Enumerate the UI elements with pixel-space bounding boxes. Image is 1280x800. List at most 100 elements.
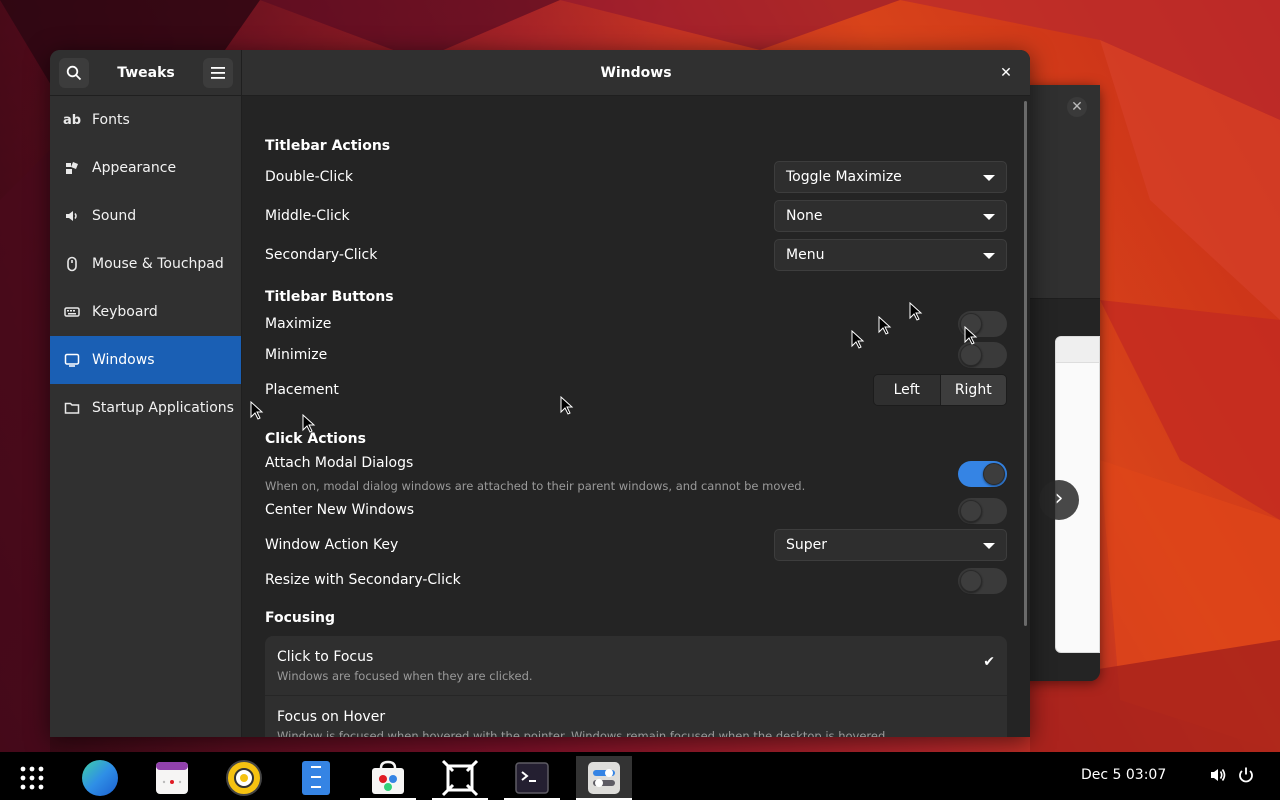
resize-secondary-label: Resize with Secondary-Click	[265, 572, 461, 588]
double-click-dropdown[interactable]: Toggle Maximize	[774, 161, 1007, 193]
middle-click-label: Middle-Click	[265, 208, 350, 224]
sidebar-item-appearance[interactable]: Appearance	[50, 144, 241, 192]
window-action-key-dropdown[interactable]: Super	[774, 529, 1007, 561]
pointer-cursor-icon	[250, 401, 264, 420]
sidebar-item-sound[interactable]: Sound	[50, 192, 241, 240]
sidebar-list: ab Fonts Appearance Sound Mouse & Touchp…	[50, 96, 241, 432]
files-icon	[302, 761, 330, 795]
focus-option-title: Click to Focus	[277, 649, 374, 665]
focus-option-description: Window is focused when hovered with the …	[277, 729, 889, 737]
boxes-button[interactable]	[432, 756, 488, 800]
sidebar-item-label: Windows	[92, 352, 155, 368]
secondary-click-label: Secondary-Click	[265, 247, 378, 263]
search-icon	[66, 65, 82, 80]
dropdown-arrow-icon	[983, 214, 995, 220]
dropdown-value: Toggle Maximize	[786, 169, 902, 185]
tweaks-button[interactable]	[576, 756, 632, 800]
focus-mode-list: Click to Focus Windows are focused when …	[265, 636, 1007, 737]
checkmark-icon: ✔	[983, 654, 995, 670]
dropdown-value: None	[786, 208, 823, 224]
sidebar-item-label: Keyboard	[92, 304, 158, 320]
sidebar-item-startup-applications[interactable]: Startup Applications	[50, 384, 241, 432]
files-button[interactable]	[288, 756, 344, 800]
focus-option-click[interactable]: Click to Focus Windows are focused when …	[265, 636, 1007, 695]
clock[interactable]: Dec 5 03:07	[1081, 767, 1166, 783]
sidebar-header: Tweaks	[50, 50, 241, 96]
section-focusing: Focusing	[265, 610, 335, 626]
music-button[interactable]	[216, 756, 272, 800]
browser-icon	[82, 760, 118, 796]
boxes-icon	[441, 759, 479, 797]
page-title: Windows	[600, 64, 672, 81]
sidebar-item-label: Startup Applications	[92, 400, 234, 416]
font-icon: ab	[62, 112, 82, 128]
sidebar-item-windows[interactable]: Windows	[50, 336, 241, 384]
appearance-icon	[63, 159, 81, 177]
minimize-label: Minimize	[265, 347, 328, 363]
close-button[interactable]: ✕	[994, 61, 1018, 85]
terminal-button[interactable]	[504, 756, 560, 800]
sidebar-item-label: Sound	[92, 208, 137, 224]
center-new-windows-toggle[interactable]	[958, 498, 1007, 524]
pointer-cursor-icon	[302, 414, 316, 433]
attach-modal-description: When on, modal dialog windows are attach…	[265, 479, 806, 493]
sidebar-item-fonts[interactable]: ab Fonts	[50, 96, 241, 144]
middle-click-dropdown[interactable]: None	[774, 200, 1007, 232]
pointer-cursor-icon	[851, 330, 865, 349]
app-grid-button[interactable]	[4, 756, 60, 800]
center-new-windows-label: Center New Windows	[265, 502, 415, 518]
sidebar-item-keyboard[interactable]: Keyboard	[50, 288, 241, 336]
dropdown-arrow-icon	[983, 543, 995, 549]
double-click-label: Double-Click	[265, 169, 354, 185]
placement-selector: Left Right	[873, 374, 1007, 406]
pointer-cursor-icon	[560, 396, 574, 415]
placement-label: Placement	[265, 382, 339, 398]
sidebar-item-label: Appearance	[92, 160, 177, 176]
placement-right-button[interactable]: Right	[939, 375, 1006, 405]
folder-icon	[63, 399, 81, 417]
close-icon: ✕	[1000, 65, 1012, 81]
resize-secondary-toggle[interactable]	[958, 568, 1007, 594]
pointer-cursor-icon	[909, 302, 923, 321]
keyboard-icon	[63, 303, 81, 321]
section-titlebar-actions: Titlebar Actions	[265, 138, 391, 154]
background-window[interactable]: ✕	[1025, 85, 1100, 681]
volume-icon[interactable]	[1209, 766, 1227, 788]
power-icon[interactable]	[1238, 766, 1254, 788]
main-menu-button[interactable]	[203, 57, 233, 88]
background-close-icon[interactable]: ✕	[1067, 97, 1087, 117]
software-icon	[372, 760, 404, 794]
hamburger-menu-icon	[211, 66, 225, 79]
attach-modal-toggle[interactable]	[958, 461, 1007, 487]
attach-modal-label: Attach Modal Dialogs	[265, 455, 414, 471]
calendar-icon	[156, 762, 188, 794]
pointer-cursor-icon	[964, 326, 978, 345]
dropdown-value: Super	[786, 537, 828, 553]
speaker-icon	[63, 207, 81, 225]
chevron-right-icon[interactable]: ›	[1039, 480, 1079, 520]
dropdown-arrow-icon	[983, 175, 995, 181]
window-action-key-label: Window Action Key	[265, 537, 399, 553]
terminal-icon	[515, 762, 549, 794]
search-button[interactable]	[59, 57, 89, 88]
focus-option-title: Focus on Hover	[277, 709, 386, 725]
main-header: Windows ✕	[242, 50, 1030, 96]
focus-option-hover[interactable]: Focus on Hover Window is focused when ho…	[265, 695, 1007, 737]
main-panel: Windows ✕ Titlebar Actions Double-Click …	[242, 50, 1030, 737]
taskbar: Dec 5 03:07	[0, 752, 1280, 800]
software-button[interactable]	[360, 756, 416, 800]
window-icon	[63, 351, 81, 369]
sidebar-item-mouse-touchpad[interactable]: Mouse & Touchpad	[50, 240, 241, 288]
placement-left-button[interactable]: Left	[874, 375, 940, 405]
secondary-click-dropdown[interactable]: Menu	[774, 239, 1007, 271]
maximize-label: Maximize	[265, 316, 332, 332]
browser-button[interactable]	[72, 756, 128, 800]
scrollbar[interactable]	[1024, 101, 1027, 626]
sidebar-item-label: Mouse & Touchpad	[92, 256, 224, 272]
calendar-button[interactable]	[144, 756, 200, 800]
sidebar: Tweaks ab Fonts Appearance Sound Mouse &…	[50, 50, 242, 737]
background-window-header: ✕	[1025, 85, 1100, 299]
settings-content[interactable]: Titlebar Actions Double-Click Toggle Max…	[242, 97, 1030, 737]
mouse-icon	[63, 255, 81, 273]
dropdown-arrow-icon	[983, 253, 995, 259]
